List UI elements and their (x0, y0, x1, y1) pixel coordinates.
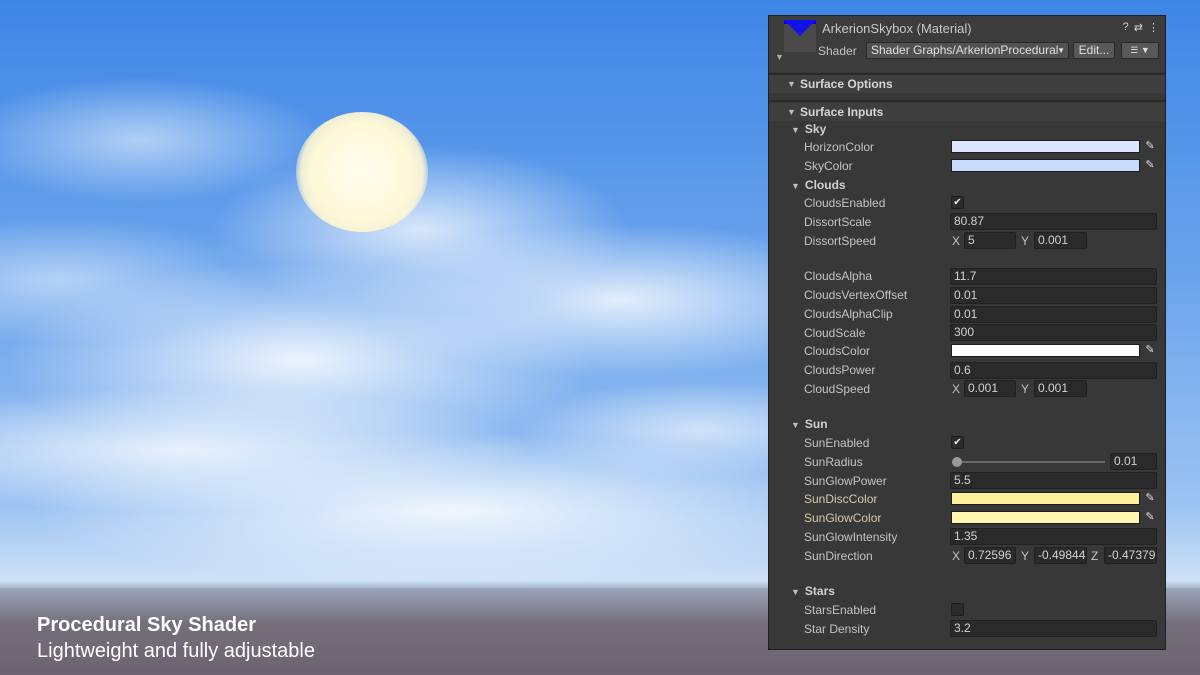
sun-direction-x-field[interactable]: 0.72596 (964, 547, 1016, 564)
cloud-scale-field[interactable]: 300 (950, 324, 1157, 341)
y-axis-label: Y (1021, 382, 1030, 396)
sun-enabled-checkbox[interactable]: ✔ (951, 436, 964, 449)
eyedropper-icon[interactable]: ✎ (1143, 158, 1157, 172)
inspector-header: ▼ ArkerionSkybox (Material) ? ⇄ ⋮ Shader… (769, 16, 1165, 72)
clouds-color-label: CloudsColor (804, 344, 871, 358)
more-vertical-icon[interactable]: ⋮ (1148, 21, 1159, 34)
shader-label: Shader (818, 44, 857, 58)
y-axis-label: Y (1021, 234, 1030, 248)
sun-glow-power-label: SunGlowPower (804, 474, 887, 488)
caption-title: Procedural Sky Shader (37, 614, 256, 636)
z-axis-label: Z (1091, 549, 1099, 563)
sun-disc-color-label: SunDiscColor (804, 492, 878, 506)
clouds-alpha-field[interactable]: 11.7 (950, 268, 1157, 285)
sun-enabled-label: SunEnabled (804, 436, 870, 450)
sky-label: Sky (804, 122, 827, 136)
sky-foldout[interactable]: ▼ Sky (791, 121, 826, 138)
stars-label: Stars (804, 584, 835, 598)
dissort-speed-label: DissortSpeed (804, 234, 877, 248)
clouds-alpha-clip-label: CloudsAlphaClip (804, 307, 893, 321)
surface-inputs-group[interactable]: ▼ Surface Inputs (769, 103, 1165, 121)
clouds-power-label: CloudsPower (804, 363, 876, 377)
surface-options-group[interactable]: ▼ Surface Options (769, 75, 1165, 93)
thumbnail-shape (784, 20, 816, 36)
sun-glow-intensity-label: SunGlowIntensity (804, 530, 898, 544)
sun-glow-intensity-field[interactable]: 1.35 (950, 528, 1157, 545)
sun-direction-z-field[interactable]: -0.47379 (1104, 547, 1157, 564)
sun-foldout[interactable]: ▼ Sun (791, 416, 828, 433)
stars-foldout[interactable]: ▼ Stars (791, 583, 835, 600)
presets-icon[interactable]: ⇄ (1134, 21, 1143, 34)
slider-handle[interactable] (952, 457, 962, 467)
clouds-foldout[interactable]: ▼ Clouds (791, 177, 846, 194)
clouds-vertex-offset-field[interactable]: 0.01 (950, 287, 1157, 304)
chevron-down-icon: ▼ (1057, 46, 1065, 55)
stars-enabled-checkbox[interactable] (951, 603, 964, 616)
foldout-arrow-icon: ▼ (791, 181, 800, 191)
sky-color-label: SkyColor (804, 159, 853, 173)
clouds-color-swatch[interactable] (951, 344, 1140, 357)
sun-label: Sun (804, 417, 828, 431)
foldout-arrow-icon: ▼ (787, 79, 796, 89)
dissort-speed-y-field[interactable]: 0.001 (1034, 232, 1087, 249)
sun-radius-slider[interactable] (955, 461, 1105, 463)
surface-inputs-label: Surface Inputs (800, 105, 884, 119)
sun-direction-label: SunDirection (804, 549, 873, 563)
clouds-vertex-offset-label: CloudsVertexOffset (804, 288, 908, 302)
sun-glow-color-label: SunGlowColor (804, 511, 882, 525)
eyedropper-icon[interactable]: ✎ (1143, 343, 1157, 357)
sun-disc-color-swatch[interactable] (951, 492, 1140, 505)
dissort-scale-field[interactable]: 80.87 (950, 213, 1157, 230)
x-axis-label: X (952, 234, 961, 248)
caption: Procedural Sky Shader Lightweight and fu… (37, 612, 315, 664)
x-axis-label: X (952, 382, 961, 396)
x-axis-label: X (952, 549, 961, 563)
horizon-color-label: HorizonColor (804, 140, 875, 154)
clouds-alpha-clip-field[interactable]: 0.01 (950, 306, 1157, 323)
caption-subtitle: Lightweight and fully adjustable (37, 640, 315, 662)
cloud-speed-label: CloudSpeed (804, 382, 871, 396)
sun-glow-power-field[interactable]: 5.5 (950, 472, 1157, 489)
sun-radius-field[interactable]: 0.01 (1110, 453, 1157, 470)
shader-dropdown[interactable]: Shader Graphs/ArkerionProcedural ▼ (866, 42, 1069, 59)
eyedropper-icon[interactable]: ✎ (1143, 491, 1157, 505)
foldout-arrow-icon: ▼ (791, 420, 800, 430)
material-inspector: ▼ ArkerionSkybox (Material) ? ⇄ ⋮ Shader… (768, 15, 1166, 650)
horizon-color-swatch[interactable] (951, 140, 1140, 153)
eyedropper-icon[interactable]: ✎ (1143, 510, 1157, 524)
sun-direction-y-field[interactable]: -0.49844 (1034, 547, 1087, 564)
eyedropper-icon[interactable]: ✎ (1143, 139, 1157, 153)
clouds-enabled-label: CloudsEnabled (804, 196, 886, 210)
help-icon[interactable]: ? (1123, 21, 1129, 34)
material-title: ArkerionSkybox (Material) (822, 21, 972, 36)
cloud-speed-y-field[interactable]: 0.001 (1034, 380, 1087, 397)
foldout-arrow-icon: ▼ (791, 125, 800, 135)
sun-radius-label: SunRadius (804, 455, 863, 469)
shader-menu-button[interactable]: ☰ ▼ (1121, 42, 1159, 59)
y-axis-label: Y (1021, 549, 1030, 563)
shader-dropdown-value: Shader Graphs/ArkerionProcedural (871, 43, 1059, 57)
star-density-field[interactable]: 3.2 (950, 620, 1157, 637)
material-thumbnail (784, 20, 816, 52)
star-density-label: Star Density (804, 622, 870, 636)
group-divider (769, 100, 1165, 102)
dissort-scale-label: DissortScale (804, 215, 872, 229)
edit-shader-button[interactable]: Edit... (1073, 42, 1115, 59)
foldout-arrow-icon: ▼ (791, 587, 800, 597)
header-icons: ? ⇄ ⋮ (1123, 21, 1159, 34)
clouds-power-field[interactable]: 0.6 (950, 362, 1157, 379)
clouds-alpha-label: CloudsAlpha (804, 269, 873, 283)
foldout-arrow-icon: ▼ (787, 107, 796, 117)
sun-glow-color-swatch[interactable] (951, 511, 1140, 524)
header-foldout-icon[interactable]: ▼ (775, 52, 784, 62)
dissort-speed-x-field[interactable]: 5 (964, 232, 1016, 249)
surface-options-label: Surface Options (800, 77, 893, 91)
clouds-enabled-checkbox[interactable]: ✔ (951, 196, 964, 209)
stars-enabled-label: StarsEnabled (804, 603, 877, 617)
sky-color-swatch[interactable] (951, 159, 1140, 172)
sun-disc (296, 112, 428, 232)
cloud-speed-x-field[interactable]: 0.001 (964, 380, 1016, 397)
clouds-label: Clouds (804, 178, 846, 192)
cloud-scale-label: CloudScale (804, 326, 866, 340)
